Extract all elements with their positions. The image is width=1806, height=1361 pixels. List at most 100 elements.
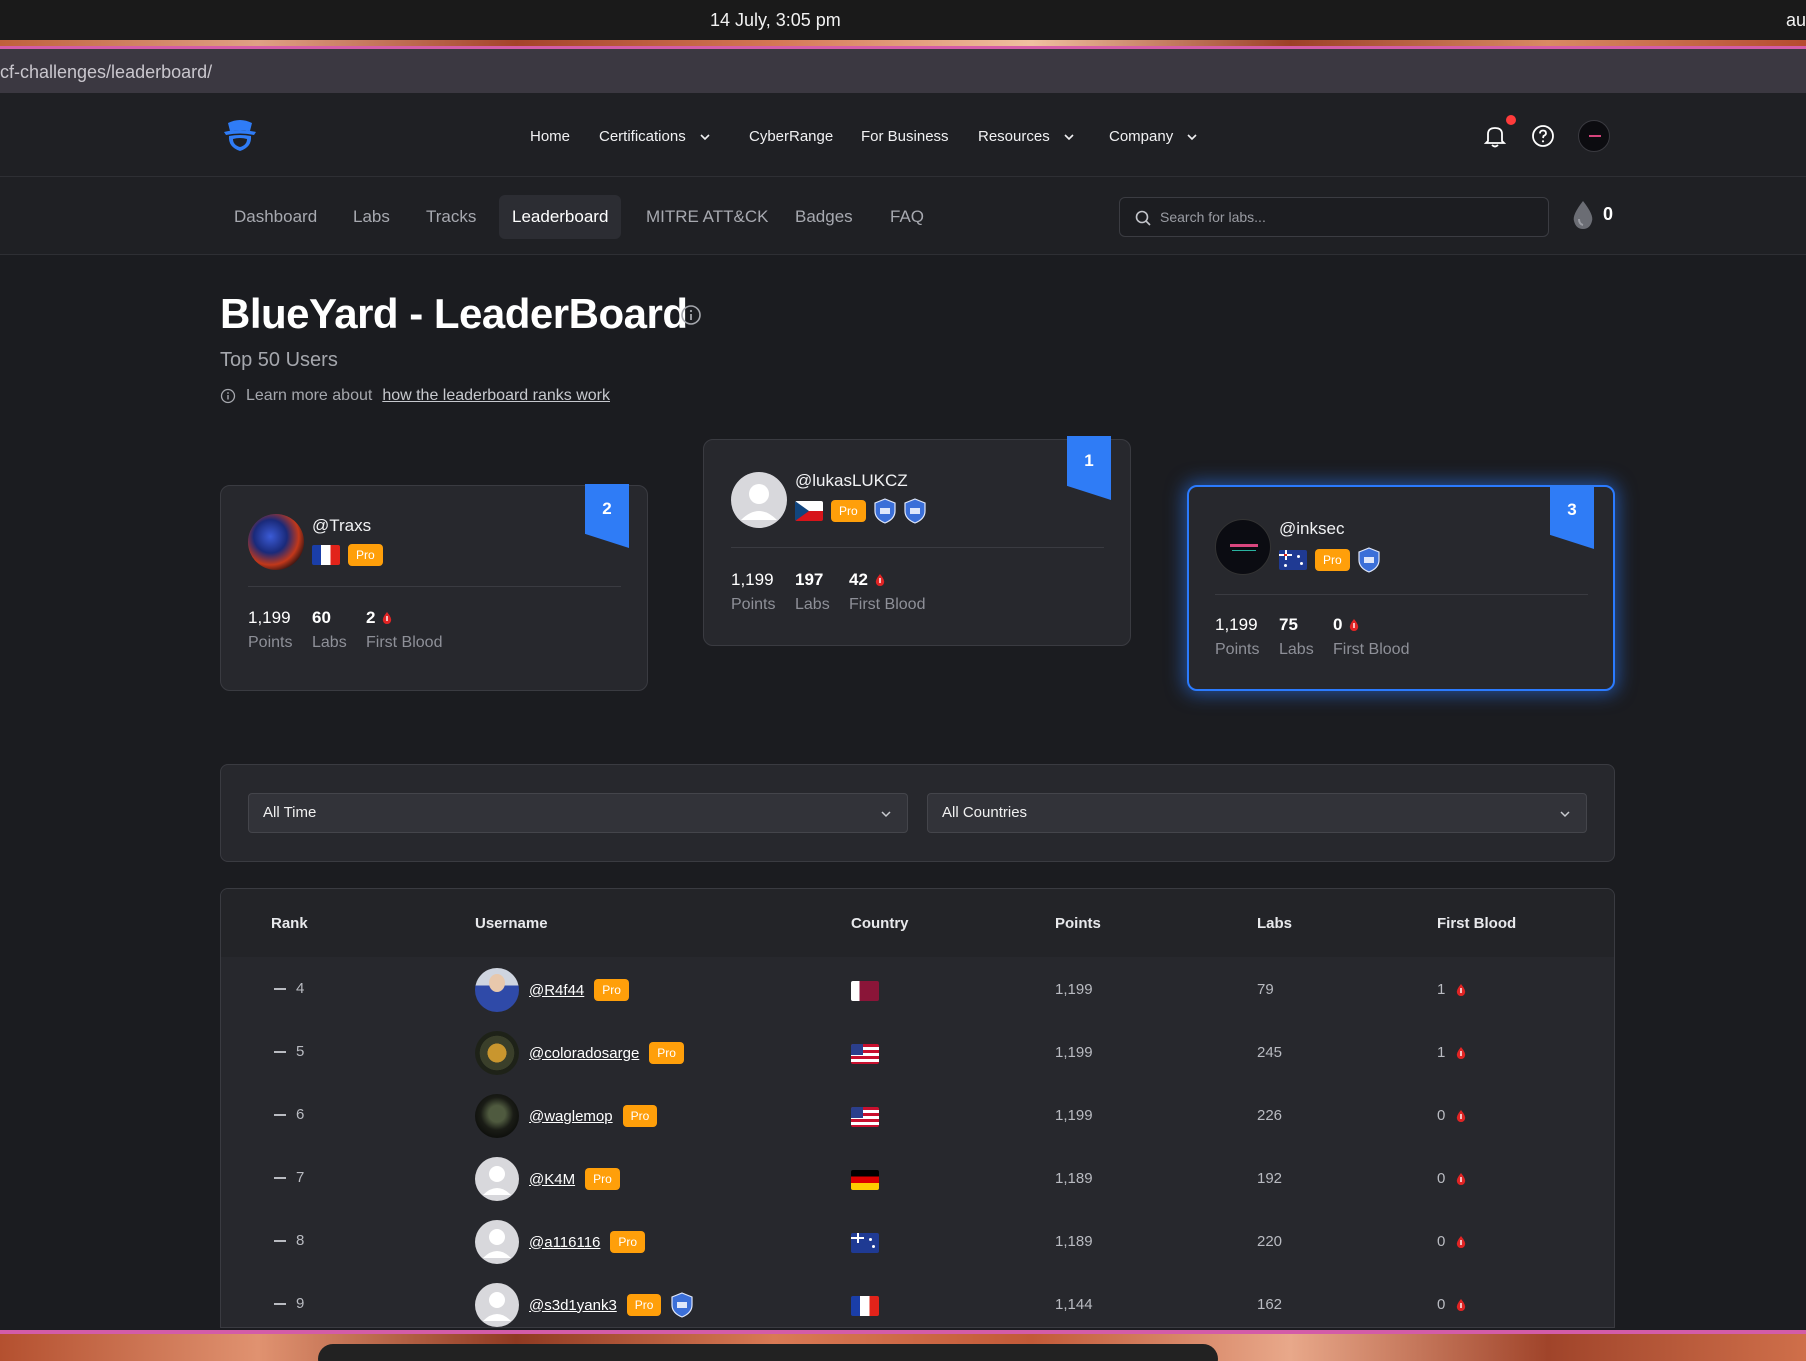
nav-home[interactable]: Home <box>530 128 570 145</box>
os-clock: 14 July, 3:05 pm <box>710 10 841 30</box>
stat-first-blood: 42 First Blood <box>849 570 926 613</box>
podium-badges: Pro <box>312 544 383 566</box>
podium-username[interactable]: @Traxs <box>312 516 371 536</box>
chevron-down-icon <box>881 811 891 818</box>
table-row[interactable]: 9 @s3d1yank3 Pro 1,144 162 0 <box>221 1274 1614 1327</box>
table-row[interactable]: 4 @R4f44 Pro 1,199 79 1 <box>221 959 1614 1022</box>
rank-cell: 9 <box>274 1295 304 1312</box>
chevron-down-icon <box>1187 133 1197 140</box>
user-avatar[interactable] <box>1578 120 1610 152</box>
table-row[interactable]: 5 @coloradosarge Pro 1,199 245 1 <box>221 1022 1614 1085</box>
country-select[interactable]: All Countries <box>927 793 1587 833</box>
table-row[interactable]: 8 @a116116 Pro 1,189 220 0 <box>221 1211 1614 1274</box>
stat-labs: 197 Labs <box>795 570 830 613</box>
points-cell: 1,199 <box>1055 1107 1093 1124</box>
podium-card-rank-2[interactable]: 2 @Traxs Pro 1,199 Points 60 Labs 2 First … <box>220 484 648 691</box>
stat-points: 1,199 Points <box>1215 615 1260 658</box>
points-cell: 1,199 <box>1055 981 1093 998</box>
os-dock[interactable] <box>318 1344 1218 1361</box>
column-country: Country <box>851 915 909 932</box>
tab-dashboard[interactable]: Dashboard <box>221 195 330 239</box>
url-bar[interactable]: cf-challenges/leaderboard/ <box>0 49 1806 93</box>
username-cell: @R4f44 Pro <box>475 968 629 1012</box>
podium-badges: Pro <box>1279 547 1380 573</box>
search-input[interactable] <box>1160 198 1540 236</box>
search-box[interactable] <box>1119 197 1549 237</box>
country-cell <box>851 1233 879 1253</box>
france-flag-icon <box>851 1296 879 1316</box>
tab-leaderboard[interactable]: Leaderboard <box>499 195 622 239</box>
learn-more: Learn more about how the leaderboard ran… <box>220 387 610 405</box>
learn-more-prefix: Learn more about <box>246 387 373 404</box>
podium-badges: Pro <box>795 498 926 524</box>
blood-drop-icon <box>1573 201 1593 229</box>
leaderboard-ranks-link[interactable]: how the leaderboard ranks work <box>382 387 610 405</box>
card-divider <box>248 586 621 587</box>
tab-mitre-attack[interactable]: MITRE ATT&CK <box>633 195 781 239</box>
rank-ribbon: 1 <box>1067 436 1111 500</box>
pro-badge: Pro <box>348 544 383 566</box>
help-icon[interactable] <box>1531 124 1555 148</box>
username-link[interactable]: @K4M <box>529 1171 575 1188</box>
country-cell <box>851 1296 879 1316</box>
rank-cell: 4 <box>274 980 304 997</box>
country-cell <box>851 1044 879 1064</box>
podium-username[interactable]: @inksec <box>1279 519 1344 539</box>
podium-card-rank-1[interactable]: 1 @lukasLUKCZ Pro 1,199 Points 197 Labs 42… <box>703 436 1131 646</box>
points-cell: 1,144 <box>1055 1296 1093 1313</box>
user-avatar <box>475 968 519 1012</box>
rank-cell: 5 <box>274 1043 304 1060</box>
tab-tracks[interactable]: Tracks <box>413 195 489 239</box>
first-blood-cell: 0 <box>1437 1107 1467 1124</box>
user-avatar <box>475 1031 519 1075</box>
info-icon[interactable] <box>680 304 702 326</box>
username-link[interactable]: @waglemop <box>529 1108 613 1125</box>
first-blood-cell: 0 <box>1437 1296 1467 1313</box>
page-subtitle: Top 50 Users <box>220 349 338 371</box>
tab-badges[interactable]: Badges <box>782 195 866 239</box>
stat-first-blood: 0 First Blood <box>1333 615 1410 658</box>
tab-faq[interactable]: FAQ <box>877 195 937 239</box>
user-avatar <box>248 514 304 570</box>
search-icon <box>1135 210 1151 226</box>
table-row[interactable]: 7 @K4M Pro 1,189 192 0 <box>221 1148 1614 1211</box>
card-divider <box>731 547 1104 548</box>
australia-flag-icon <box>851 1233 879 1253</box>
stat-points: 1,199 Points <box>248 608 293 651</box>
bell-icon[interactable] <box>1482 123 1508 149</box>
username-link[interactable]: @s3d1yank3 <box>529 1297 617 1314</box>
pro-badge: Pro <box>649 1042 684 1064</box>
card-divider <box>1215 594 1588 595</box>
pro-badge: Pro <box>831 500 866 522</box>
stat-labs: 60 Labs <box>312 608 347 651</box>
podium-card-rank-3[interactable]: 3 @inksec Pro 1,199 Points 75 Labs 0 First… <box>1187 485 1615 691</box>
nav-certifications[interactable]: Certifications <box>599 128 712 145</box>
username-link[interactable]: @a116116 <box>529 1234 600 1251</box>
podium-username[interactable]: @lukasLUKCZ <box>795 471 908 491</box>
blood-drop-icon <box>1457 1109 1466 1122</box>
nav-cyberrange[interactable]: CyberRange <box>749 128 833 145</box>
url-text[interactable]: cf-challenges/leaderboard/ <box>0 62 212 83</box>
labs-cell: 79 <box>1257 981 1274 998</box>
points-cell: 1,189 <box>1055 1170 1093 1187</box>
username-link[interactable]: @coloradosarge <box>529 1045 639 1062</box>
nav-for-business[interactable]: For Business <box>861 128 949 145</box>
blood-drop-count: 0 <box>1603 204 1614 224</box>
first-blood-cell: 1 <box>1437 981 1467 998</box>
table-header: Rank Username Country Points Labs First … <box>221 889 1614 957</box>
logo-icon[interactable] <box>222 119 258 153</box>
nav-resources[interactable]: Resources <box>978 128 1076 145</box>
nav-company[interactable]: Company <box>1109 128 1199 145</box>
default-avatar-icon <box>741 484 777 520</box>
france-flag-icon <box>312 545 340 565</box>
period-select[interactable]: All Time <box>248 793 908 833</box>
czech-flag-icon <box>795 501 823 521</box>
table-row[interactable]: 6 @waglemop Pro 1,199 226 0 <box>221 1085 1614 1148</box>
info-icon <box>220 388 236 404</box>
username-link[interactable]: @R4f44 <box>529 982 584 999</box>
pro-badge: Pro <box>610 1231 646 1253</box>
tab-labs[interactable]: Labs <box>340 195 403 239</box>
user-avatar <box>1215 519 1271 575</box>
column-labs: Labs <box>1257 915 1293 932</box>
column-username: Username <box>475 915 548 932</box>
